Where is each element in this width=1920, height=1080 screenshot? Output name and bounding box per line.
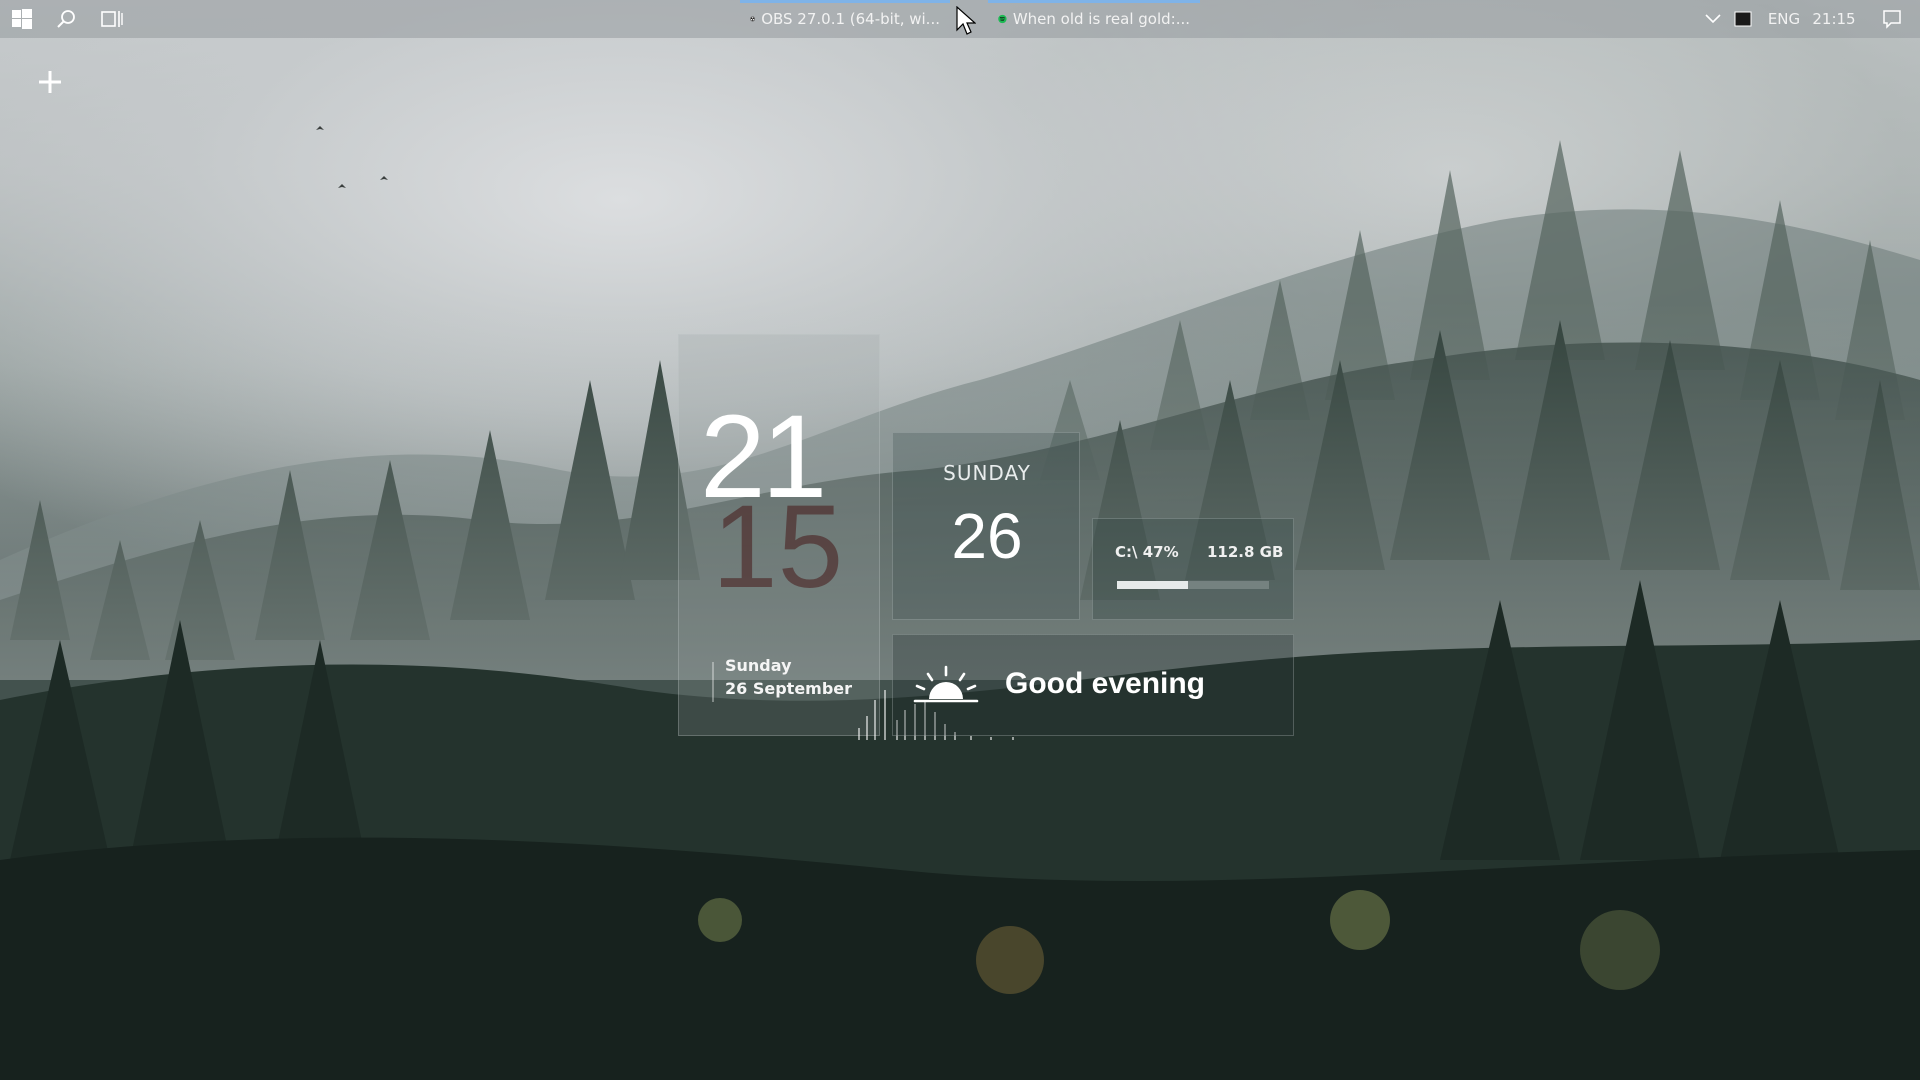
taskbar-app-obs[interactable]: OBS 27.0.1 (64-bit, wi... xyxy=(740,0,950,38)
sunset-icon xyxy=(913,665,979,703)
windows-icon xyxy=(12,9,32,29)
active-indicator xyxy=(740,0,950,3)
clock-day-label: Sunday xyxy=(725,656,792,675)
day-number: 26 xyxy=(951,500,1023,572)
search-button[interactable] xyxy=(44,0,88,38)
chevron-down-icon xyxy=(1705,14,1721,24)
display-icon xyxy=(1734,11,1752,27)
greeting-text: Good evening xyxy=(1005,667,1206,700)
weekday-label: SUNDAY xyxy=(943,461,1031,485)
notification-icon xyxy=(1883,10,1901,29)
clock-hour: 21 xyxy=(700,391,827,523)
greeting-widget[interactable]: Good evening xyxy=(892,634,1294,736)
clock-date-label: 26 September xyxy=(725,679,853,698)
taskbar-clock[interactable]: 21:15 xyxy=(1806,0,1862,38)
obs-app-label: OBS 27.0.1 (64-bit, wi... xyxy=(761,10,940,28)
taskbar-app-spotify[interactable]: When old is real gold:... xyxy=(988,0,1200,38)
action-center-button[interactable] xyxy=(1864,0,1920,38)
task-view-button[interactable] xyxy=(90,0,134,38)
spotify-icon xyxy=(998,14,1007,24)
start-button[interactable] xyxy=(0,0,44,38)
task-view-icon xyxy=(101,11,123,27)
add-widget-button[interactable] xyxy=(32,64,68,100)
show-hidden-icons-button[interactable] xyxy=(1700,0,1726,38)
obs-icon xyxy=(750,16,756,22)
language-indicator[interactable]: ENG xyxy=(1764,0,1804,38)
disk-usage-fill xyxy=(1117,581,1189,589)
clock-divider xyxy=(712,662,714,702)
mouse-cursor-icon xyxy=(956,6,976,35)
disk-usage-widget[interactable]: C:\ 47% 112.8 GB xyxy=(1092,518,1294,620)
tray-display-button[interactable] xyxy=(1730,0,1756,38)
search-icon xyxy=(57,10,75,28)
active-indicator xyxy=(988,0,1200,3)
disk-usage-bar xyxy=(1117,581,1269,589)
spotify-app-label: When old is real gold:... xyxy=(1012,10,1190,28)
day-widget[interactable]: SUNDAY 26 xyxy=(892,432,1080,620)
disk-size-label: 112.8 GB xyxy=(1207,543,1284,561)
plus-icon xyxy=(39,71,61,93)
disk-usage-label: C:\ 47% xyxy=(1115,543,1179,561)
